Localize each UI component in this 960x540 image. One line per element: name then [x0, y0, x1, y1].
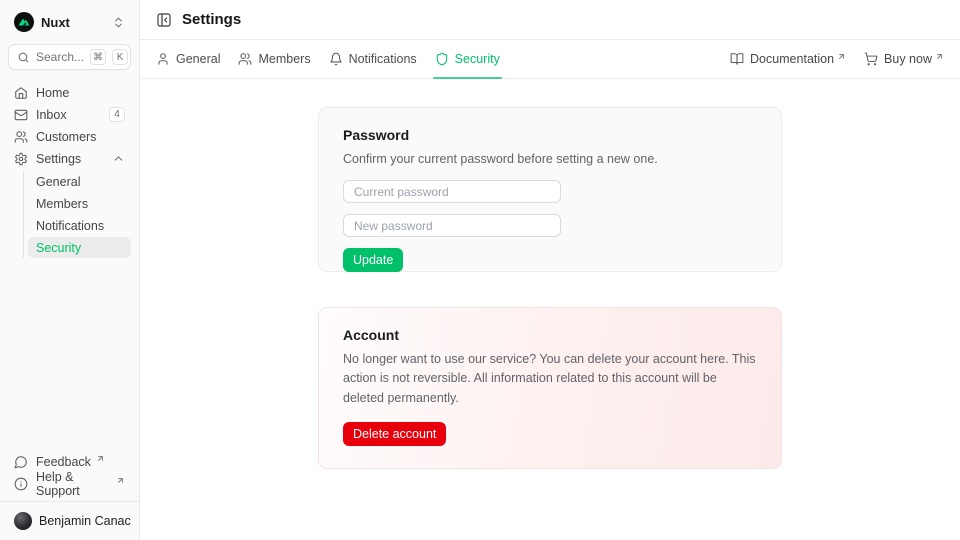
- sidebar-item-settings[interactable]: Settings: [8, 148, 131, 169]
- inbox-icon: [14, 108, 28, 122]
- search-input[interactable]: Search... ⌘ K: [8, 44, 131, 70]
- settings-subnav: General Members Notifications Security: [23, 171, 131, 258]
- password-card: Password Confirm your current password b…: [318, 107, 782, 272]
- collapse-sidebar-icon[interactable]: [156, 12, 172, 28]
- delete-account-button[interactable]: Delete account: [343, 422, 446, 446]
- sidebar-item-notifications[interactable]: Notifications: [28, 215, 131, 236]
- info-circle-icon: [14, 477, 28, 491]
- buy-now-link[interactable]: Buy now: [864, 52, 944, 66]
- page-title: Settings: [182, 11, 241, 28]
- users-icon: [238, 52, 252, 66]
- inbox-count-badge: 4: [109, 107, 125, 122]
- bell-icon: [329, 52, 343, 66]
- password-card-description: Confirm your current password before set…: [343, 150, 757, 169]
- user-icon: [156, 52, 170, 66]
- gear-icon: [14, 152, 28, 166]
- external-link-icon: [837, 52, 846, 61]
- sidebar-item-inbox[interactable]: Inbox 4: [8, 104, 131, 125]
- shopping-cart-icon: [864, 52, 878, 66]
- sidebar-item-security[interactable]: Security: [28, 237, 131, 258]
- page-header: Settings: [140, 0, 960, 40]
- external-link-icon: [935, 52, 944, 61]
- user-row: Benjamin Canac: [0, 501, 139, 540]
- sidebar-nav: Home Inbox 4 Customers Settings: [8, 82, 131, 451]
- account-card-description: No longer want to use our service? You c…: [343, 350, 757, 408]
- external-link-icon: [96, 454, 105, 463]
- avatar: [14, 512, 32, 530]
- tabs-row: General Members Notifications Security: [140, 40, 960, 79]
- account-card: Account No longer want to use our servic…: [318, 307, 782, 469]
- user-name: Benjamin Canac: [39, 514, 131, 528]
- search-icon: [17, 51, 30, 64]
- message-bubble-icon: [14, 455, 28, 469]
- current-password-field[interactable]: [343, 180, 561, 203]
- chevron-up-icon: [112, 152, 125, 165]
- update-password-button[interactable]: Update: [343, 248, 403, 272]
- tabs: General Members Notifications Security: [156, 40, 500, 78]
- sidebar-item-home[interactable]: Home: [8, 82, 131, 103]
- documentation-link[interactable]: Documentation: [730, 52, 846, 66]
- external-link-icon: [116, 476, 125, 485]
- sidebar-item-customers[interactable]: Customers: [8, 126, 131, 147]
- book-open-icon: [730, 52, 744, 66]
- header-links: Documentation Buy now: [730, 52, 944, 66]
- workspace-name: Nuxt: [41, 15, 105, 30]
- shield-icon: [435, 52, 449, 66]
- sidebar: Nuxt Search... ⌘ K Home Inbox 4: [0, 0, 140, 540]
- workspace-switcher[interactable]: Nuxt: [8, 9, 131, 35]
- main-panel: Settings General Members Notifications: [140, 0, 960, 540]
- nuxt-logo-icon: [14, 12, 34, 32]
- home-icon: [14, 86, 28, 100]
- new-password-field[interactable]: [343, 214, 561, 237]
- password-card-title: Password: [343, 127, 757, 143]
- users-icon: [14, 130, 28, 144]
- sidebar-item-general[interactable]: General: [28, 171, 131, 192]
- kbd-k: K: [112, 49, 128, 65]
- tab-notifications[interactable]: Notifications: [329, 40, 417, 78]
- search-placeholder: Search...: [36, 50, 84, 64]
- kbd-meta: ⌘: [90, 49, 106, 65]
- chevrons-up-down-icon: [112, 16, 125, 29]
- tab-security[interactable]: Security: [435, 40, 500, 78]
- content-area: Password Confirm your current password b…: [140, 79, 960, 540]
- sidebar-item-members[interactable]: Members: [28, 193, 131, 214]
- user-menu-button[interactable]: Benjamin Canac: [8, 509, 156, 533]
- account-card-title: Account: [343, 327, 757, 343]
- tab-members[interactable]: Members: [238, 40, 310, 78]
- tab-general[interactable]: General: [156, 40, 220, 78]
- help-support-link[interactable]: Help & Support: [8, 473, 131, 494]
- sidebar-footer-nav: Feedback Help & Support: [8, 451, 131, 495]
